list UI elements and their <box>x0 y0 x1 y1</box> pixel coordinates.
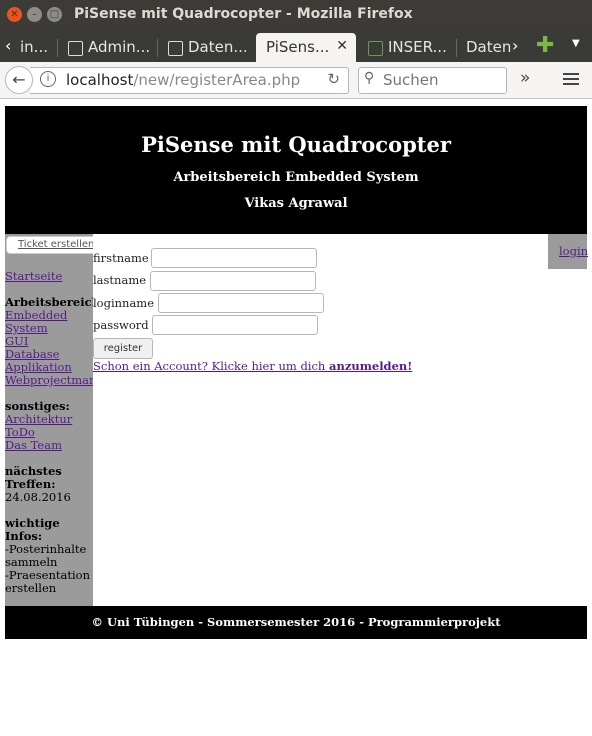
close-tab-icon[interactable]: ✕ <box>336 38 348 54</box>
sidebar-link-todo[interactable]: ToDo <box>5 425 35 439</box>
search-input[interactable] <box>381 70 495 90</box>
tabs-scroll-right-button[interactable]: › <box>512 36 518 55</box>
tab-1[interactable]: in... <box>12 33 56 62</box>
window-title: PiSense mit Quadrocopter - Mozilla Firef… <box>74 6 413 22</box>
tab-3[interactable]: Daten... <box>166 33 252 62</box>
new-tab-plus-icon[interactable]: ✚ <box>536 33 554 58</box>
sidebar-link-team[interactable]: Das Team <box>5 438 62 452</box>
page-author: Vikas Agrawal <box>244 196 348 211</box>
tab-label: Admin... <box>88 38 151 56</box>
tabs-scroll-left-button[interactable]: ‹ <box>5 36 11 55</box>
register-button[interactable]: register <box>93 338 153 359</box>
sidebar-link-database[interactable]: Database <box>5 347 59 361</box>
sidebar-link-home[interactable]: Startseite <box>5 269 62 283</box>
sidebar-heading-other: sonstiges: <box>5 399 70 413</box>
password-label: password <box>93 318 149 332</box>
password-input[interactable] <box>152 315 318 335</box>
tab-separator <box>57 39 58 57</box>
search-icon: ⚲ <box>364 70 375 86</box>
login-box: login <box>548 234 588 269</box>
lastname-label: lastname <box>93 273 147 287</box>
tab-label: in... <box>20 38 48 56</box>
page-subtitle: Arbeitsbereich Embedded System <box>173 170 419 185</box>
loginname-input[interactable] <box>158 293 324 313</box>
tab-label: INSER... <box>388 38 447 56</box>
sidebar-info-line: erstellen <box>5 581 57 595</box>
login-prompt-link-bold: anzumelden! <box>329 359 413 373</box>
loginname-label: loginname <box>93 296 155 310</box>
sidebar-heading-info-1: wichtige <box>5 516 60 530</box>
page-icon <box>68 41 83 56</box>
back-button[interactable]: ← <box>5 66 33 94</box>
info-icon[interactable]: i <box>40 71 56 87</box>
ticket-create-button[interactable]: Ticket erstellen <box>6 236 93 254</box>
back-arrow-icon: ← <box>12 70 26 89</box>
hamburger-menu-icon[interactable] <box>563 73 579 88</box>
window-close-button[interactable]: ✕ <box>7 7 22 22</box>
tab-label: Daten... <box>188 38 248 56</box>
tab-separator <box>157 39 158 57</box>
login-link[interactable]: login <box>559 244 588 258</box>
firstname-label: firstname <box>93 251 149 265</box>
login-prompt-text: Schon ein Account? Klicke hier um dich <box>93 359 329 373</box>
url-host: localhost <box>66 71 134 89</box>
tab-bar: ‹ in... Admin... Daten... PiSens... ✕ IN… <box>0 30 592 62</box>
sidebar-link-system[interactable]: System <box>5 321 48 335</box>
sidebar-link-architektur[interactable]: Architektur <box>5 412 72 426</box>
sidebar-link-embedded[interactable]: Embedded <box>5 308 67 322</box>
navigation-bar: i localhost/new/registerArea.php ↻ ← ⚲ » <box>0 62 592 99</box>
sidebar-heading-next-1: nächstes <box>5 464 62 478</box>
sidebar-heading-area: Arbeitsbereich <box>5 295 93 309</box>
window-titlebar: ✕ – □ PiSense mit Quadrocopter - Mozilla… <box>0 0 592 30</box>
firstname-input[interactable] <box>151 248 317 268</box>
login-prompt-link[interactable]: Schon ein Account? Klicke hier um dich a… <box>93 359 412 373</box>
sidebar-info-line: -Posterinhalte <box>5 542 87 556</box>
overflow-chevron-icon[interactable]: » <box>520 68 530 88</box>
tab-6[interactable]: Daten <box>464 33 512 62</box>
sidebar-next-date: 24.08.2016 <box>5 490 71 504</box>
tab-list-chevron-icon[interactable]: ▼ <box>572 38 580 49</box>
page-footer: © Uni Tübingen - Sommersemester 2016 - P… <box>5 606 587 639</box>
sidebar-info-line: -Praesentation <box>5 568 91 582</box>
search-box[interactable]: ⚲ <box>358 67 507 94</box>
page-icon <box>168 41 183 56</box>
window-minimize-button[interactable]: – <box>27 7 42 22</box>
lastname-input[interactable] <box>150 271 316 291</box>
url-path: /new/registerArea.php <box>133 71 301 89</box>
tab-2[interactable]: Admin... <box>66 33 156 62</box>
tab-5[interactable]: INSER... <box>366 33 452 62</box>
sidebar-link-gui[interactable]: GUI <box>5 334 28 348</box>
sidebar-heading-info-2: Infos: <box>5 529 43 543</box>
tab-4-active[interactable]: PiSens... ✕ <box>256 33 356 62</box>
window-maximize-button[interactable]: □ <box>47 7 62 22</box>
sidebar-link-applikation[interactable]: Applikation <box>5 360 72 374</box>
url-text[interactable]: localhost/new/registerArea.php <box>66 71 300 89</box>
reload-icon[interactable]: ↻ <box>327 70 340 88</box>
page-header: PiSense mit Quadrocopter Arbeitsbereich … <box>5 106 587 234</box>
page-title: PiSense mit Quadrocopter <box>141 132 451 157</box>
tab-separator <box>456 39 457 57</box>
page-icon <box>368 41 383 56</box>
url-bar[interactable]: i localhost/new/registerArea.php ↻ <box>30 67 349 94</box>
sidebar-heading-next-2: Treffen: <box>5 477 56 491</box>
sidebar-link-webprojectman[interactable]: Webprojectman <box>5 373 93 387</box>
sidebar-info-line: sammeln <box>5 555 58 569</box>
tab-label: PiSens... <box>266 38 330 56</box>
tab-label: Daten <box>466 38 512 56</box>
sidebar: Ticket erstellen Startseite Arbeitsberei… <box>5 234 93 606</box>
